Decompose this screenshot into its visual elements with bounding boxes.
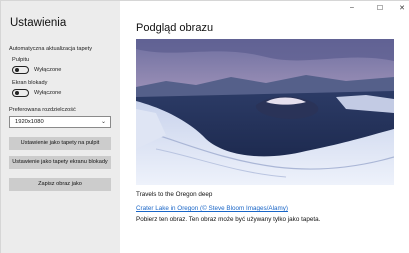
desktop-toggle[interactable] [12, 66, 29, 74]
set-desktop-wallpaper-button[interactable]: Ustawienie jako tapety na pulpit [9, 137, 111, 150]
save-image-button[interactable]: Zapisz obraz jako [9, 178, 111, 191]
lockscreen-toggle-state: Wyłączone [34, 90, 62, 96]
maximize-icon[interactable]: ☐ [374, 4, 386, 12]
lockscreen-toggle[interactable] [12, 89, 29, 97]
app-window: Ustawienia Automatyczna aktualizacja tap… [0, 0, 409, 253]
desktop-toggle-state: Wyłączone [34, 67, 62, 73]
auto-update-label: Automatyczna aktualizacja tapety [9, 46, 93, 52]
desktop-label: Pulpitu [12, 57, 30, 63]
image-caption: Travels to the Oregon deep [136, 191, 213, 198]
image-credit-link[interactable]: Crater Lake in Oregon (© Steve Bloom Ima… [136, 205, 288, 212]
page-title: Podgląd obrazu [136, 22, 214, 34]
crater-lake-image [136, 39, 394, 185]
usage-note: Pobierz ten obraz. Ten obraz może być uż… [136, 216, 321, 223]
wallpaper-preview-image [136, 39, 394, 185]
resolution-label: Preferowana rozdzielczość [9, 107, 76, 113]
chevron-down-icon: ⌄ [100, 119, 106, 125]
toggle-knob [14, 68, 19, 72]
toggle-knob [14, 91, 19, 95]
resolution-select[interactable]: 1920x1080 ⌄ [9, 116, 111, 128]
lockscreen-label: Ekran blokady [12, 80, 48, 86]
close-icon[interactable]: ✕ [396, 4, 408, 12]
sidebar-title: Ustawienia [10, 17, 67, 29]
settings-sidebar: Ustawienia Automatyczna aktualizacja tap… [1, 1, 120, 253]
minimize-icon[interactable]: – [346, 4, 358, 11]
set-lockscreen-wallpaper-button[interactable]: Ustawienie jako tapety ekranu blokady [9, 156, 111, 169]
preview-panel: – ☐ ✕ Podgląd obrazu Travels to the Oreg… [120, 1, 409, 253]
resolution-value: 1920x1080 [15, 119, 44, 125]
